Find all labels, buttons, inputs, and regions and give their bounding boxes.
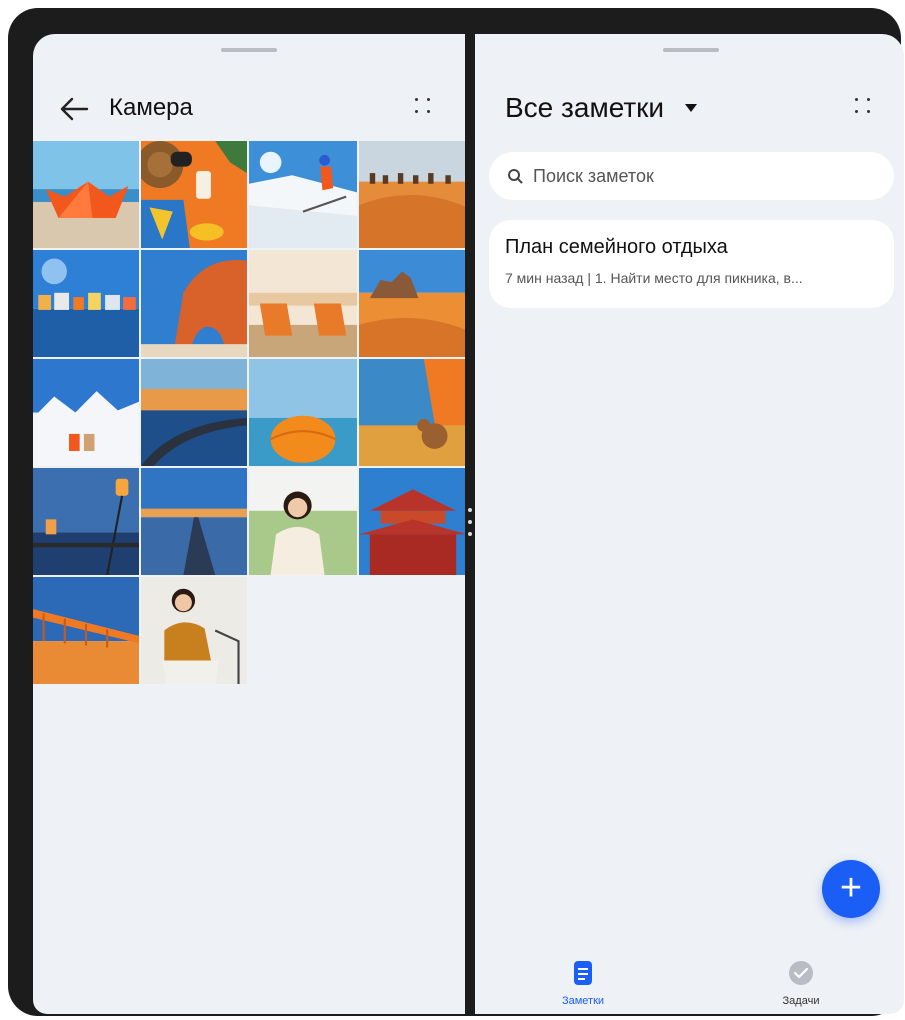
nav-notes-label: Заметки bbox=[561, 995, 605, 1007]
photo-thumbnail[interactable] bbox=[359, 250, 465, 357]
photo-thumbnail[interactable] bbox=[141, 577, 247, 684]
photo-thumbnail[interactable] bbox=[359, 468, 465, 575]
pane-drag-handle[interactable] bbox=[663, 48, 719, 52]
photo-thumbnail[interactable] bbox=[33, 250, 139, 357]
photo-thumbnail[interactable] bbox=[33, 468, 139, 575]
photo-thumbnail[interactable] bbox=[141, 468, 247, 575]
four-dots-icon[interactable] bbox=[413, 96, 435, 118]
search-icon bbox=[508, 169, 523, 184]
photo-thumbnail[interactable] bbox=[141, 250, 247, 357]
notes-pane: Все заметки Поиск заметок План семейного… bbox=[475, 34, 904, 1014]
photo-thumbnail[interactable] bbox=[249, 141, 357, 248]
nav-tasks-tab[interactable]: Задачи bbox=[761, 960, 841, 1007]
split-divider-handle[interactable] bbox=[467, 508, 473, 536]
photo-thumbnail[interactable] bbox=[33, 359, 139, 466]
photo-thumbnail[interactable] bbox=[359, 141, 465, 248]
photo-thumbnail[interactable] bbox=[33, 141, 139, 248]
photo-thumbnail[interactable] bbox=[359, 359, 465, 466]
check-circle-icon bbox=[789, 961, 813, 985]
photo-thumbnail[interactable] bbox=[33, 577, 139, 684]
note-card[interactable]: План семейного отдыха 7 мин назад | 1. Н… bbox=[489, 220, 894, 308]
gallery-title: Камера bbox=[109, 94, 193, 121]
foldable-device-frame: Камера Все заметки Поиск заметок План се… bbox=[8, 8, 904, 1016]
note-preview: 7 мин назад | 1. Найти место для пикника… bbox=[505, 270, 803, 286]
plus-icon: + bbox=[839, 867, 863, 909]
notes-folder-title[interactable]: Все заметки bbox=[505, 92, 664, 124]
nav-notes-tab[interactable]: Заметки bbox=[543, 960, 623, 1007]
dropdown-caret-icon[interactable] bbox=[685, 104, 697, 112]
note-title: План семейного отдыха bbox=[505, 236, 728, 258]
photo-thumbnail[interactable] bbox=[249, 359, 357, 466]
photo-thumbnail[interactable] bbox=[141, 141, 247, 248]
gallery-pane: Камера bbox=[33, 34, 465, 1014]
note-icon bbox=[574, 961, 592, 985]
add-note-button[interactable]: + bbox=[822, 860, 880, 918]
arrow-left-icon[interactable] bbox=[59, 96, 89, 122]
search-placeholder: Поиск заметок bbox=[533, 166, 654, 186]
photo-thumbnail[interactable] bbox=[141, 359, 247, 466]
gallery-header: Камера bbox=[33, 90, 465, 130]
search-input[interactable]: Поиск заметок bbox=[489, 152, 894, 200]
photo-grid bbox=[33, 141, 465, 684]
nav-tasks-label: Задачи bbox=[782, 995, 820, 1007]
photo-thumbnail[interactable] bbox=[249, 250, 357, 357]
photo-thumbnail[interactable] bbox=[249, 468, 357, 575]
pane-drag-handle[interactable] bbox=[221, 48, 277, 52]
four-dots-icon[interactable] bbox=[853, 96, 875, 118]
